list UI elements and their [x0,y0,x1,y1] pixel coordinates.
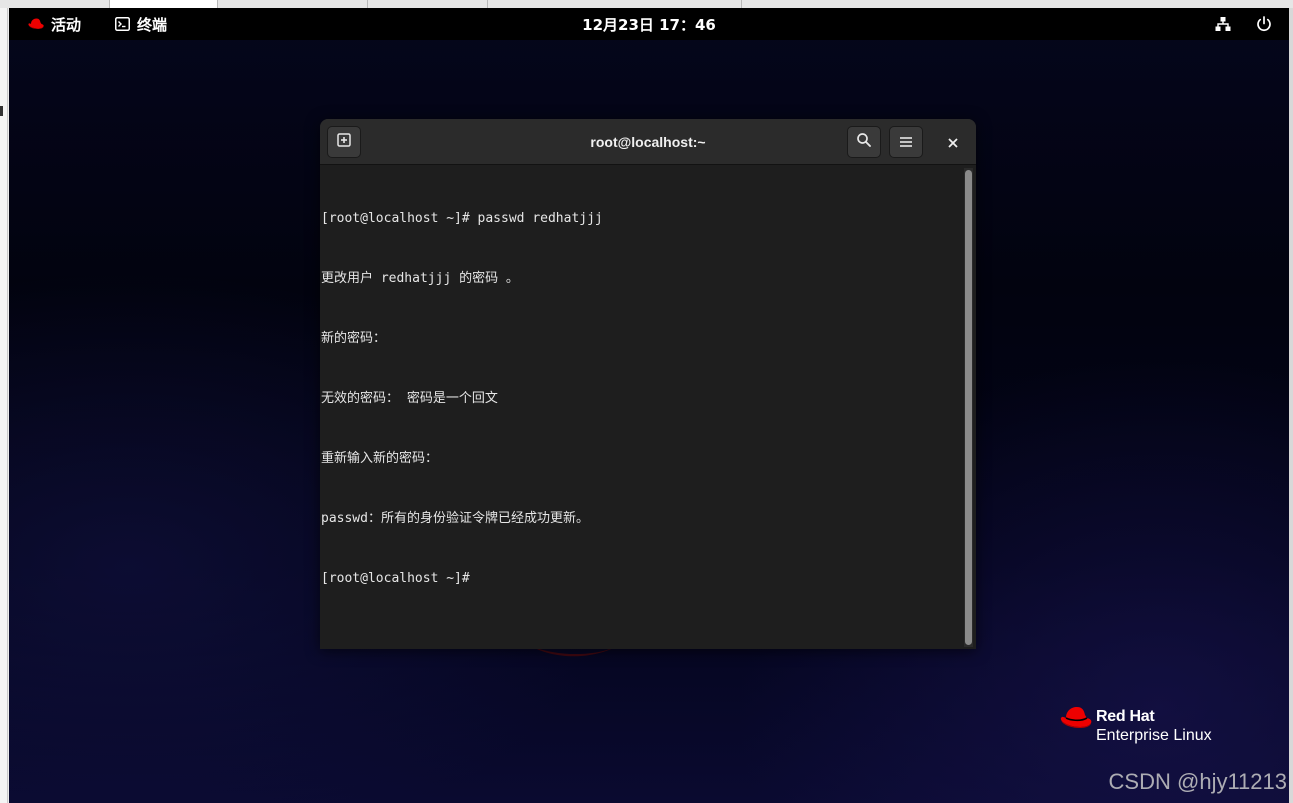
host-left-strip [0,8,8,803]
brand-product: Enterprise Linux [1096,727,1212,744]
hamburger-icon [899,133,913,152]
new-tab-icon [336,132,352,152]
host-left-marker [0,106,3,116]
close-icon [948,133,958,152]
host-tab[interactable] [368,0,488,8]
search-button[interactable] [847,126,881,158]
host-tab[interactable] [0,0,110,8]
menu-button[interactable] [889,126,923,158]
search-icon [856,132,872,152]
terminal-line: 更改用户 redhatjjj 的密码 。 [321,271,519,286]
power-icon [1256,16,1272,32]
terminal-headerbar[interactable]: root@localhost:~ [320,119,976,165]
terminal-window[interactable]: root@localhost:~ [root@localhost ~]# pas… [320,119,976,649]
terminal-output[interactable]: [root@localhost ~]# passwd redhatjjj 更改用… [320,166,960,649]
network-icon [1215,16,1231,32]
host-tab-active[interactable] [110,0,218,8]
close-button[interactable] [937,126,969,158]
host-tab[interactable] [488,0,742,8]
guest-desktop: 活动 终端 12月23日 17：46 root@localhost:~ [roo… [9,8,1289,803]
network-status[interactable] [1215,8,1231,40]
brand-logo: Red Hat Enterprise Linux [1058,702,1258,752]
top-bar: 活动 终端 12月23日 17：46 [9,8,1289,40]
host-scrollbar[interactable] [1289,8,1293,803]
new-tab-button[interactable] [327,126,361,158]
power-menu[interactable] [1256,8,1272,40]
host-tab[interactable] [218,0,368,8]
host-tab-strip [0,0,1293,8]
terminal-line: passwd：所有的身份验证令牌已经成功更新。 [321,511,589,526]
brand-name: Red Hat [1096,708,1155,725]
terminal-line: 新的密码： [321,331,387,346]
terminal-prompt-line: [root@localhost ~]# [321,571,470,586]
redhat-logo-icon [1058,706,1092,734]
clock-button[interactable]: 12月23日 17：46 [9,8,1289,40]
scrollbar-thumb[interactable] [965,170,972,645]
terminal-line: 重新输入新的密码： [321,451,439,466]
terminal-line: [root@localhost ~]# passwd redhatjjj [321,211,603,226]
terminal-line: 无效的密码： 密码是一个回文 [321,391,498,406]
terminal-scrollbar[interactable] [964,168,973,647]
clock-label: 12月23日 17：46 [582,15,716,34]
watermark-text: CSDN @hjy11213 [1108,769,1287,794]
